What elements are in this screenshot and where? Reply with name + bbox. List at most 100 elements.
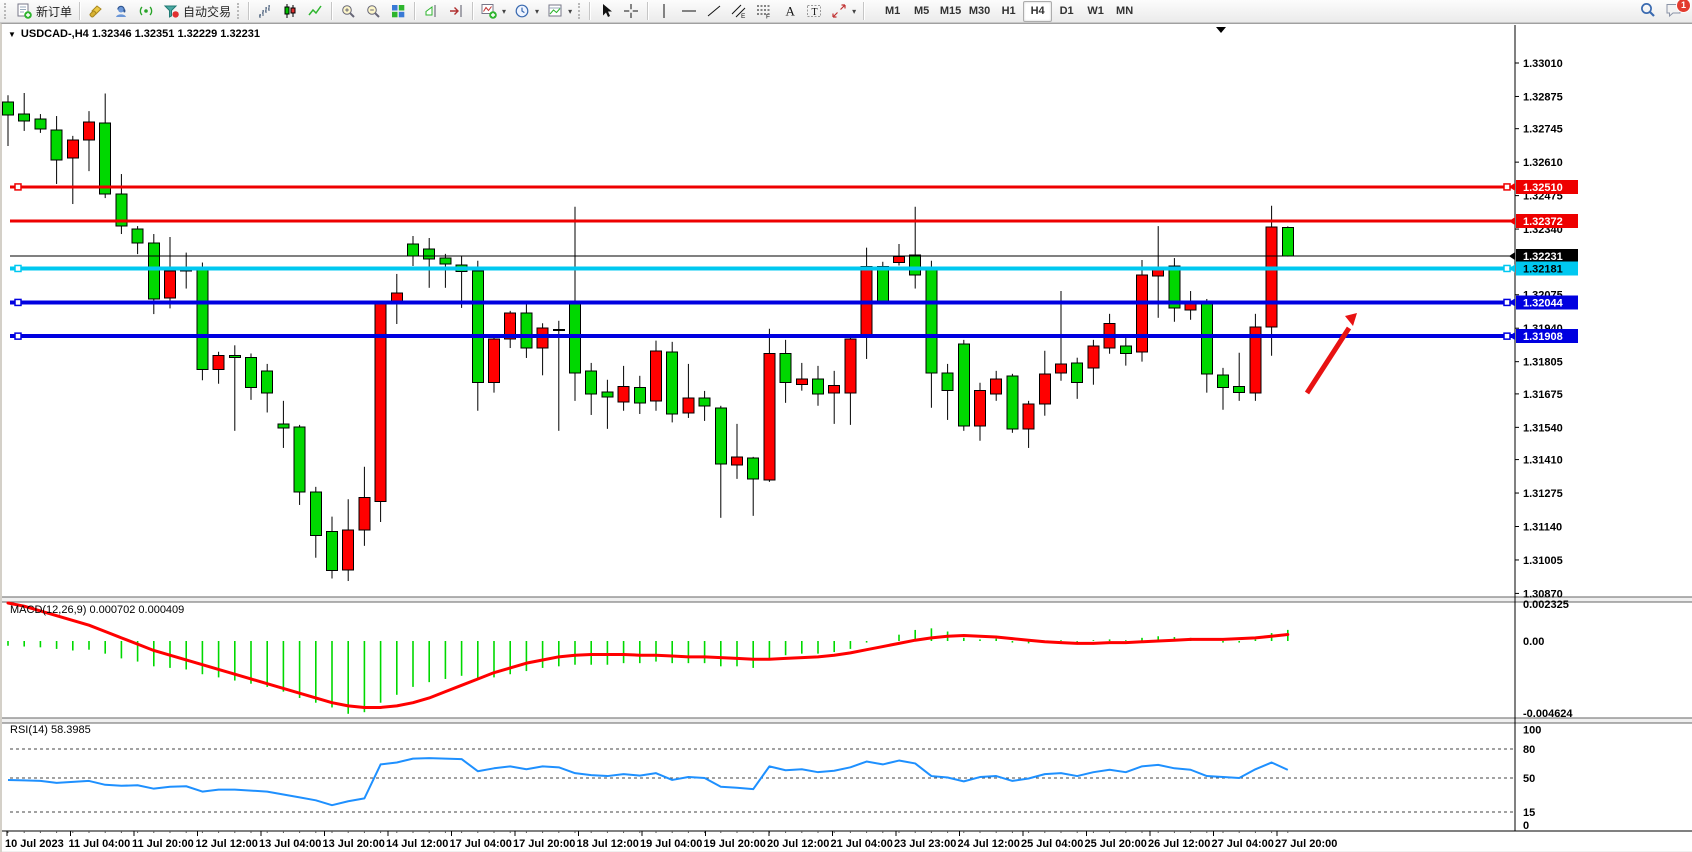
bear-candle [132, 229, 143, 243]
bull-candle [1023, 404, 1034, 429]
price-tag-pointer [1509, 252, 1515, 260]
line-endpoint-marker[interactable] [15, 184, 21, 190]
headset-icon [113, 3, 130, 19]
time-tick-label: 26 Jul 12:00 [1148, 838, 1210, 850]
new-order-button[interactable]: 新订单 [12, 0, 76, 22]
bear-candle [586, 371, 597, 394]
price-tag-label: 1.31908 [1523, 331, 1563, 343]
time-tick-label: 19 Jul 04:00 [640, 838, 702, 850]
bear-candle [246, 357, 257, 387]
fibonacci-button[interactable]: F [752, 0, 777, 22]
toolbar-separator [331, 2, 333, 20]
bull-candle [67, 140, 78, 158]
line-endpoint-marker[interactable] [15, 333, 21, 339]
arrows-icon [831, 3, 848, 19]
chevron-down-icon: ▾ [535, 7, 539, 16]
indicators-list-button[interactable]: ▾ [477, 0, 510, 22]
template-icon [547, 3, 564, 19]
toolbar-separator [863, 2, 865, 20]
time-axis[interactable]: 10 Jul 202311 Jul 04:0011 Jul 20:0012 Ju… [2, 831, 1692, 852]
chart-menu-arrow-icon[interactable]: ▼ [8, 30, 16, 39]
bull-candle [894, 256, 905, 262]
bar-chart-mode-button[interactable] [253, 0, 278, 22]
arrow-annotation[interactable] [1307, 313, 1357, 393]
market-button[interactable] [109, 0, 134, 22]
equidistant-channel-button[interactable]: E [727, 0, 752, 22]
time-tick-label: 20 Jul 12:00 [767, 838, 829, 850]
bear-candle [1234, 387, 1245, 393]
bull-candle [84, 122, 95, 140]
arrows-button[interactable]: ▾ [827, 0, 860, 22]
price-axis[interactable]: 1.330101.328751.327451.326101.324751.323… [1509, 25, 1578, 832]
time-tick-label: 17 Jul 20:00 [513, 838, 575, 850]
timeframe-d1-button[interactable]: D1 [1052, 1, 1081, 22]
rsi-line [8, 758, 1288, 805]
vertical-line-button[interactable] [652, 0, 677, 22]
timeframe-h4-button[interactable]: H4 [1023, 1, 1052, 22]
templates-button[interactable]: ▾ [543, 0, 576, 22]
main-toolbar: 新订单自动交易▾▾▾EFAT▾M1M5M15M30H1H4D1W1MN1 [0, 0, 1692, 23]
timeframe-mn-button[interactable]: MN [1110, 1, 1139, 22]
bear-candle [424, 249, 435, 259]
timeframe-toolbar: M1M5M15M30H1H4D1W1MN [878, 1, 1139, 22]
price-chart[interactable]: 1.330101.328751.327451.326101.324751.323… [2, 24, 1692, 852]
timeframe-m5-button[interactable]: M5 [907, 1, 936, 22]
auto-scroll-button[interactable] [444, 0, 469, 22]
bull-candle [359, 498, 370, 530]
crosshair-button[interactable] [619, 0, 644, 22]
chart-shift-marker[interactable] [1216, 27, 1226, 33]
zoom-in-button[interactable] [336, 0, 361, 22]
text-button[interactable]: A [777, 0, 802, 22]
macd-panel[interactable] [8, 603, 1288, 714]
line-endpoint-marker[interactable] [15, 265, 21, 271]
signal-icon [138, 3, 155, 19]
search-icon [1639, 1, 1657, 21]
time-tick-label: 27 Jul 04:00 [1212, 838, 1274, 850]
time-tick-label: 25 Jul 20:00 [1085, 838, 1147, 850]
line-endpoint-marker[interactable] [15, 299, 21, 305]
toolbar-separator [79, 2, 81, 20]
signals-button[interactable] [134, 0, 159, 22]
search-button[interactable] [1639, 1, 1657, 21]
bear-candle [51, 130, 62, 160]
rsi-panel[interactable] [8, 749, 1515, 812]
timeframe-m15-button[interactable]: M15 [936, 1, 965, 22]
timeframe-m1-button[interactable]: M1 [878, 1, 907, 22]
shift-end-of-chart-button[interactable] [419, 0, 444, 22]
metaeditor-button[interactable] [84, 0, 109, 22]
cursor-button[interactable] [594, 0, 619, 22]
autotrading-button[interactable]: 自动交易 [159, 0, 235, 22]
periods-button[interactable]: ▾ [510, 0, 543, 22]
timeframe-w1-button[interactable]: W1 [1081, 1, 1110, 22]
timeframe-h1-button[interactable]: H1 [994, 1, 1023, 22]
tile-windows-button[interactable] [386, 0, 411, 22]
trendline-button[interactable] [702, 0, 727, 22]
bear-candle [472, 271, 483, 383]
time-tick-label: 10 Jul 2023 [5, 838, 64, 850]
bull-candle [845, 339, 856, 393]
time-tick-label: 19 Jul 20:00 [704, 838, 766, 850]
crosshair-icon [623, 3, 640, 19]
rsi-axis-label: 80 [1523, 744, 1535, 756]
horizontal-line-button[interactable] [677, 0, 702, 22]
macd-axis-label: -0.004624 [1523, 708, 1573, 720]
macd-indicator-label: MACD(12,26,9) 0.000702 0.000409 [10, 604, 184, 616]
bear-candle [229, 356, 240, 358]
bear-candle [197, 267, 208, 369]
panel-separator[interactable] [2, 597, 1692, 602]
notifications-button[interactable]: 1 [1665, 2, 1684, 21]
bear-candle [100, 123, 111, 194]
price-tick-label: 1.31540 [1523, 422, 1563, 434]
timeframe-m30-button[interactable]: M30 [965, 1, 994, 22]
panel-separator[interactable] [2, 718, 1692, 723]
price-tag-pointer [1509, 217, 1515, 225]
zoom-out-button[interactable] [361, 0, 386, 22]
price-tick-label: 1.32875 [1523, 91, 1563, 103]
time-tick-label: 25 Jul 04:00 [1021, 838, 1083, 850]
textA-icon: A [781, 3, 798, 19]
line-chart-mode-button[interactable] [303, 0, 328, 22]
bear-candle [602, 392, 613, 397]
candle-chart-mode-button[interactable] [278, 0, 303, 22]
bear-candle [1120, 346, 1131, 354]
text-label-button[interactable]: T [802, 0, 827, 22]
